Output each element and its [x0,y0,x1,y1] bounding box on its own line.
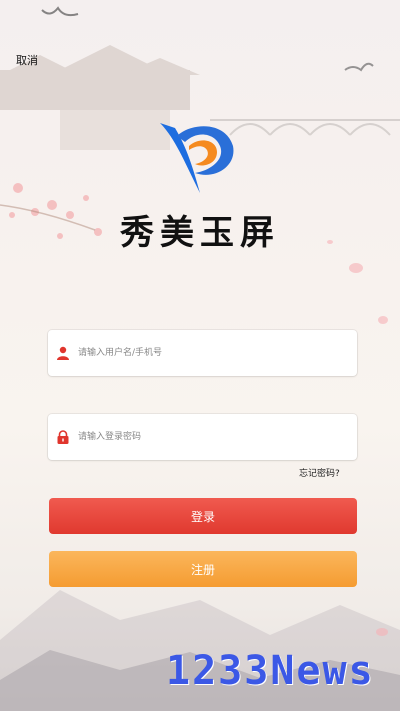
username-input[interactable] [76,347,340,359]
watermark: 1233News [166,648,375,694]
password-field[interactable] [48,414,357,460]
register-button[interactable]: 注册 [49,551,357,587]
cancel-button[interactable]: 取消 [16,52,38,68]
forgot-password-link[interactable]: 忘记密码? [299,466,340,479]
user-icon [57,346,69,360]
brand-title: 秀美玉屏 [120,213,280,253]
login-button[interactable]: 登录 [49,498,357,534]
lock-icon [57,430,69,444]
password-input[interactable] [76,431,340,443]
username-field[interactable] [48,330,357,376]
brand-logo [160,123,234,193]
